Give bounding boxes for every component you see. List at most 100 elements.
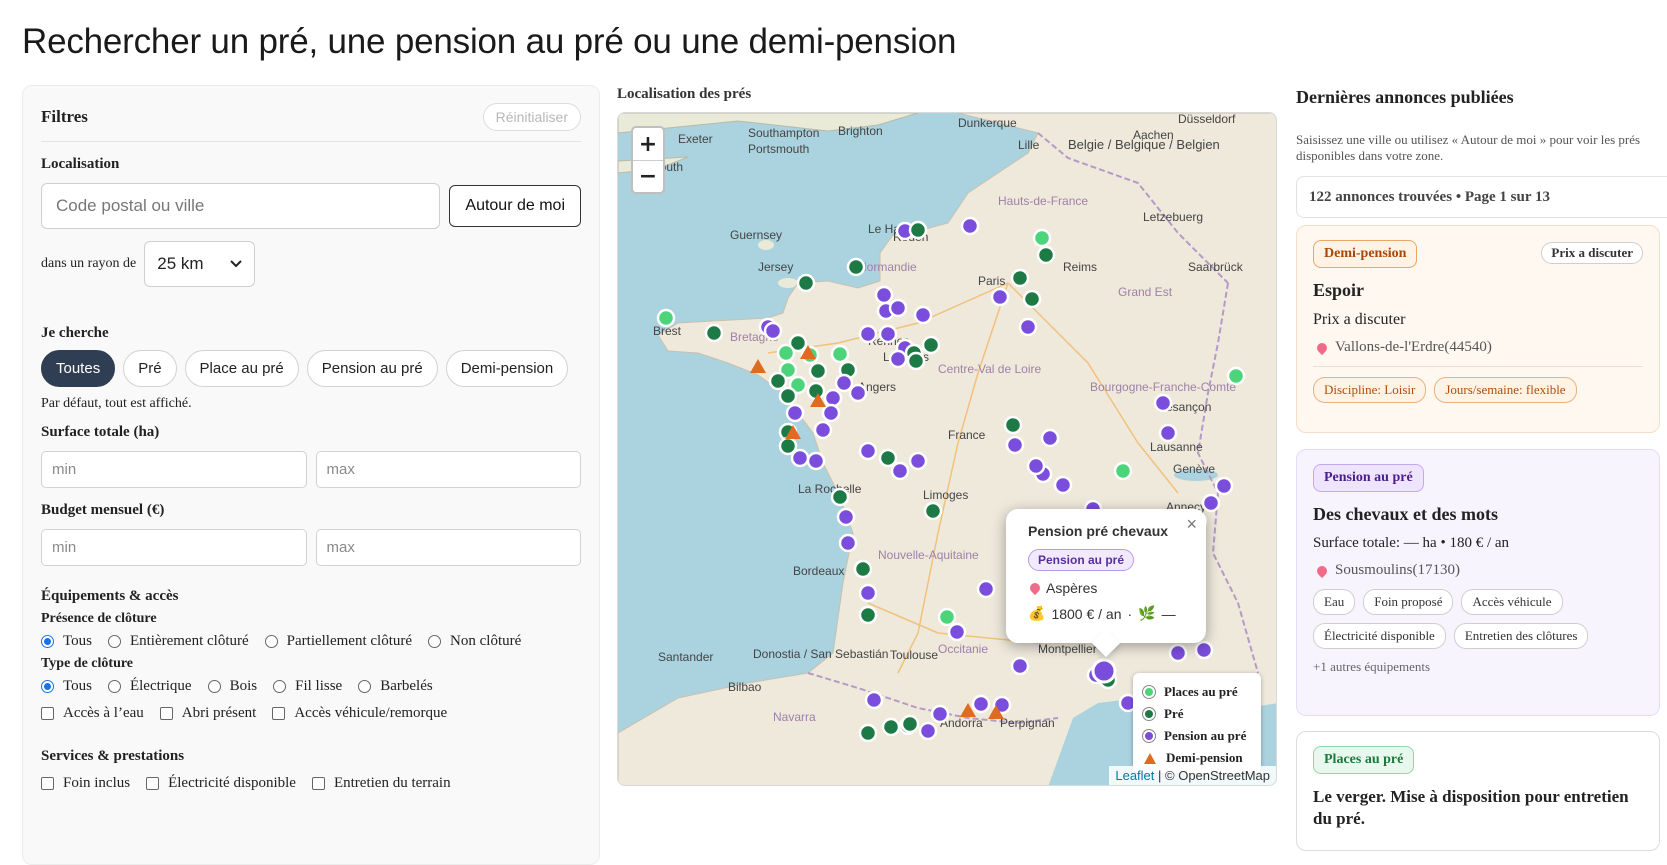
fence-presence-option[interactable]: Entièrement clôturé	[107, 633, 249, 650]
map-marker[interactable]	[913, 305, 933, 325]
radio[interactable]	[273, 680, 287, 693]
equipment-check[interactable]: Abri présent	[159, 705, 256, 722]
around-me-button[interactable]: Autour de moi	[449, 185, 581, 227]
zoom-out-button[interactable]: −	[633, 160, 663, 192]
map-marker[interactable]	[838, 533, 858, 553]
popup-close-button[interactable]: ×	[1186, 514, 1197, 535]
map-marker[interactable]	[918, 721, 938, 741]
chip-toutes[interactable]: Toutes	[41, 350, 116, 387]
map-marker[interactable]	[1053, 475, 1073, 495]
map-marker[interactable]	[1194, 640, 1214, 660]
map-marker[interactable]	[971, 694, 991, 714]
map-marker[interactable]	[808, 361, 828, 381]
map-marker[interactable]	[830, 344, 850, 364]
map-marker[interactable]	[821, 403, 841, 423]
map-marker[interactable]	[900, 714, 920, 734]
map-marker[interactable]	[823, 388, 843, 408]
map-marker[interactable]	[858, 583, 878, 603]
radio[interactable]	[107, 635, 121, 648]
map-marker[interactable]	[1040, 428, 1060, 448]
checkbox[interactable]	[41, 707, 54, 720]
fence-presence-option[interactable]: Partiellement clôturé	[264, 633, 412, 650]
radio[interactable]	[107, 680, 121, 693]
map-marker[interactable]	[1201, 493, 1221, 513]
map-marker[interactable]	[813, 420, 833, 440]
map-marker[interactable]	[806, 451, 826, 471]
radio[interactable]	[207, 680, 221, 693]
radio-selected[interactable]	[41, 680, 54, 693]
map-marker[interactable]	[1010, 268, 1030, 288]
fence-type-option[interactable]: Électrique	[107, 678, 192, 695]
radio-selected[interactable]	[41, 635, 54, 648]
fence-type-option[interactable]: Bois	[207, 678, 257, 695]
selected-map-marker[interactable]	[1091, 658, 1117, 684]
map-marker[interactable]	[888, 298, 908, 318]
budget-min-input[interactable]	[41, 529, 307, 566]
map-marker[interactable]	[836, 507, 856, 527]
map-marker[interactable]	[878, 324, 898, 344]
zoom-in-button[interactable]: +	[633, 128, 663, 160]
checkbox[interactable]	[311, 777, 325, 790]
map-marker[interactable]	[864, 690, 884, 710]
chip-demi-pension[interactable]: Demi-pension	[445, 350, 569, 387]
map-marker[interactable]	[1158, 423, 1178, 443]
checkbox[interactable]	[159, 707, 173, 720]
surface-min-input[interactable]	[41, 451, 307, 488]
service-check[interactable]: Entretien du terrain	[311, 775, 451, 792]
map-marker[interactable]	[906, 351, 926, 371]
map-marker[interactable]	[881, 717, 901, 737]
map-marker[interactable]	[768, 371, 788, 391]
map-marker[interactable]	[858, 723, 878, 743]
map-marker[interactable]	[776, 343, 796, 363]
map-marker[interactable]	[1032, 228, 1052, 248]
map-marker[interactable]	[888, 349, 908, 369]
listing-card[interactable]: Places au pré Le verger. Mise à disposit…	[1296, 731, 1660, 851]
map-marker[interactable]	[1003, 415, 1023, 435]
listing-card[interactable]: Pension au pré Des chevaux et des mots S…	[1296, 449, 1660, 716]
budget-max-input[interactable]	[315, 529, 581, 566]
radio[interactable]	[358, 680, 372, 693]
map-marker[interactable]	[1036, 245, 1056, 265]
checkbox[interactable]	[41, 777, 54, 790]
map-marker[interactable]	[921, 335, 941, 355]
map-marker[interactable]	[1153, 393, 1173, 413]
map-marker[interactable]	[846, 257, 866, 277]
map-marker[interactable]	[1010, 656, 1030, 676]
radio[interactable]	[428, 635, 442, 648]
fence-presence-option[interactable]: Tous	[41, 633, 92, 650]
map-marker[interactable]	[763, 321, 783, 341]
map-marker[interactable]	[1018, 317, 1038, 337]
map-marker[interactable]	[923, 501, 943, 521]
map-marker[interactable]	[1214, 476, 1234, 496]
reset-button[interactable]: Réinitialiser	[482, 102, 581, 131]
map[interactable]: Exeter Southampton Brighton Dunkerque Lille D…	[617, 112, 1277, 786]
map-marker[interactable]	[890, 461, 910, 481]
map-marker[interactable]	[990, 287, 1010, 307]
leaflet-link[interactable]: Leaflet	[1115, 768, 1154, 783]
fence-type-option[interactable]: Fil lisse	[273, 678, 342, 695]
map-marker[interactable]	[1026, 456, 1046, 476]
map-marker[interactable]	[947, 622, 967, 642]
map-marker[interactable]	[790, 448, 810, 468]
equipment-check[interactable]: Accès à l’eau	[41, 705, 144, 722]
radius-select[interactable]: 25 km	[144, 241, 256, 287]
map-marker[interactable]	[704, 323, 724, 343]
checkbox[interactable]	[272, 707, 286, 720]
service-check[interactable]: Électricité disponible	[146, 775, 296, 792]
checkbox[interactable]	[146, 777, 160, 790]
map-marker[interactable]	[937, 607, 957, 627]
map-marker[interactable]	[858, 441, 878, 461]
fence-type-option[interactable]: Tous	[41, 678, 92, 695]
listing-card[interactable]: Demi-pension Prix a discuter Espoir Prix…	[1296, 225, 1660, 433]
map-marker[interactable]	[785, 403, 805, 423]
map-marker[interactable]	[930, 704, 950, 724]
chip-pension-au-pre[interactable]: Pension au pré	[306, 350, 438, 387]
chip-place-au-pre[interactable]: Place au pré	[184, 350, 299, 387]
fence-type-option[interactable]: Barbelés	[358, 678, 433, 695]
map-marker[interactable]	[858, 605, 878, 625]
map-marker[interactable]	[830, 487, 850, 507]
map-marker[interactable]	[874, 285, 894, 305]
map-marker[interactable]	[960, 216, 980, 236]
map-marker[interactable]	[853, 559, 873, 579]
map-marker[interactable]	[1005, 435, 1025, 455]
